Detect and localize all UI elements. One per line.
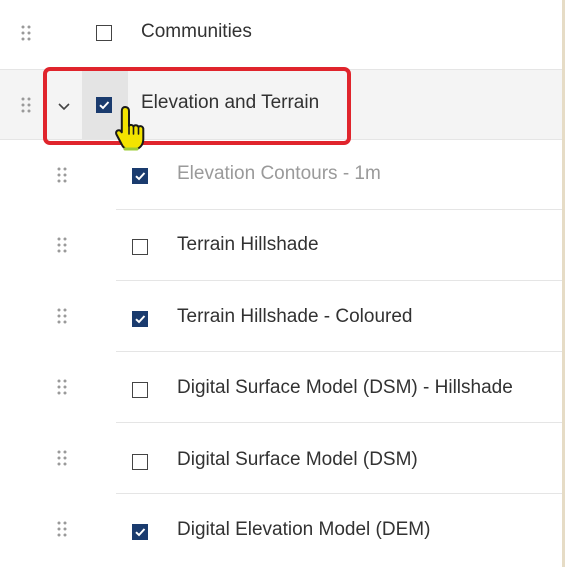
drag-handle-icon[interactable] <box>57 379 67 395</box>
divider <box>116 422 562 423</box>
layer-label: Digital Surface Model (DSM) - Hillshade <box>177 377 513 398</box>
drag-handle-icon[interactable] <box>57 450 67 466</box>
divider <box>116 280 562 281</box>
drag-handle-icon[interactable] <box>57 308 67 324</box>
checkbox-dem[interactable] <box>132 524 148 540</box>
checkbox-terrain-hillshade-coloured[interactable] <box>132 311 148 327</box>
layer-item-dsm-hillshade[interactable]: Digital Surface Model (DSM) - Hillshade <box>0 353 562 423</box>
layer-item-terrain-hillshade-coloured[interactable]: Terrain Hillshade - Coloured <box>0 282 562 352</box>
drag-handle-icon[interactable] <box>57 237 67 253</box>
layer-item-terrain-hillshade[interactable]: Terrain Hillshade <box>0 211 562 281</box>
layer-item-dsm[interactable]: Digital Surface Model (DSM) <box>0 424 562 494</box>
layer-label: Elevation Contours - 1m <box>177 163 381 184</box>
checkbox-terrain-hillshade[interactable] <box>132 239 148 255</box>
drag-handle-icon[interactable] <box>57 521 67 537</box>
layer-group-label: Elevation and Terrain <box>141 92 320 113</box>
layer-label: Terrain Hillshade - Coloured <box>177 306 413 327</box>
layer-label: Digital Surface Model (DSM) <box>177 449 418 470</box>
drag-handle-icon[interactable] <box>57 167 67 183</box>
checkbox-elevation-and-terrain[interactable] <box>96 97 112 113</box>
divider <box>116 493 562 494</box>
layer-group-elevation-and-terrain[interactable]: Elevation and Terrain <box>0 70 562 140</box>
layer-item-dem[interactable]: Digital Elevation Model (DEM) <box>0 495 562 565</box>
checkbox-communities[interactable] <box>96 25 112 41</box>
checkbox-dsm-hillshade[interactable] <box>132 382 148 398</box>
drag-handle-icon[interactable] <box>21 97 31 113</box>
layer-item-communities[interactable]: Communities <box>0 0 562 70</box>
checkbox-dsm[interactable] <box>132 454 148 470</box>
divider <box>116 351 562 352</box>
layer-list-panel: Communities Elevation and Terrain Elevat… <box>0 0 562 567</box>
divider <box>116 209 562 210</box>
layer-label: Digital Elevation Model (DEM) <box>177 519 431 540</box>
checkbox-elevation-contours[interactable] <box>132 168 148 184</box>
drag-handle-icon[interactable] <box>21 25 31 41</box>
layer-label: Terrain Hillshade <box>177 234 319 255</box>
layer-item-elevation-contours[interactable]: Elevation Contours - 1m <box>0 140 562 210</box>
chevron-down-icon[interactable] <box>57 99 71 113</box>
layer-label: Communities <box>141 21 252 42</box>
